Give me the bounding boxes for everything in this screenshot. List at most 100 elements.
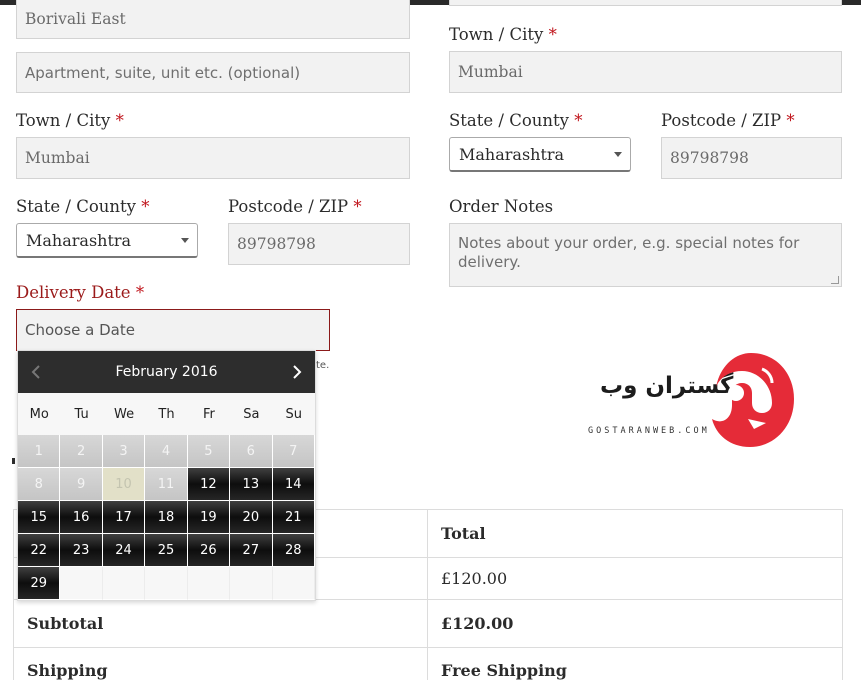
calendar-day: 6 xyxy=(230,435,273,468)
billing-city-value: Mumbai xyxy=(25,149,90,167)
order-notes-label: Order Notes xyxy=(449,197,554,216)
calendar-empty-cell xyxy=(187,567,231,600)
required-mark: * xyxy=(115,111,124,130)
calendar-day: 5 xyxy=(187,435,231,468)
address-2-placeholder: Apartment, suite, unit etc. (optional) xyxy=(25,63,301,82)
order-notes-placeholder: Notes about your order, e.g. special not… xyxy=(458,234,800,271)
calendar-day: 10 xyxy=(102,468,146,501)
calendar-empty-cell xyxy=(102,567,146,600)
calendar-day: 9 xyxy=(60,468,103,501)
calendar-day: 8 xyxy=(18,468,61,501)
review-heading-mark xyxy=(12,458,15,464)
calendar-empty-cell xyxy=(272,567,315,600)
calendar-day[interactable]: 26 xyxy=(187,534,231,567)
delivery-date-label: Delivery Date * xyxy=(16,283,145,302)
shipping-postcode-label: Postcode / ZIP * xyxy=(661,111,795,130)
calendar-next-button[interactable] xyxy=(287,362,307,382)
calendar-day[interactable]: 13 xyxy=(230,468,273,501)
calendar-days-grid: 1 2 3 4 5 6 7 8 9 10 11 12 13 14 15 16 17 18 19 20 21 22 23 24 2… xyxy=(18,435,315,600)
order-notes-textarea[interactable]: Notes about your order, e.g. special not… xyxy=(449,223,842,287)
subtotal-value-cell: £120.00 xyxy=(427,599,843,648)
table-row: Subtotal £120.00 xyxy=(13,599,843,648)
shipping-city-value: Mumbai xyxy=(458,63,523,81)
chevron-down-icon xyxy=(181,238,189,243)
billing-postcode-value: 89798798 xyxy=(237,235,316,253)
subtotal-label-cell: Subtotal xyxy=(13,599,428,648)
calendar-day[interactable]: 25 xyxy=(145,534,188,567)
calendar-day[interactable]: 12 xyxy=(187,468,231,501)
chevron-right-icon xyxy=(293,365,302,379)
weekday-label: Th xyxy=(158,406,175,422)
calendar-empty-cell xyxy=(230,567,273,600)
calendar-day[interactable]: 15 xyxy=(18,501,61,534)
address-2-field[interactable]: Apartment, suite, unit etc. (optional) xyxy=(16,52,410,93)
calendar-empty-cell xyxy=(60,567,103,600)
date-picker: February 2016 Mo Tu We Th Fr Sa Su 1 23 45… xyxy=(17,350,316,601)
calendar-day: 2 xyxy=(60,435,103,468)
weekday-label: Su xyxy=(285,406,303,422)
address-1-value: Borivali East xyxy=(25,10,126,28)
shipping-city-label: Town / City * xyxy=(449,25,557,44)
shipping-label-cell: Shipping xyxy=(13,647,428,680)
delivery-date-input[interactable]: Choose a Date xyxy=(16,309,330,351)
delivery-date-hint: te. xyxy=(316,360,330,371)
delivery-date-placeholder: Choose a Date xyxy=(25,321,135,339)
calendar-day: 11 xyxy=(145,468,188,501)
calendar-day[interactable]: 14 xyxy=(272,468,315,501)
weekday-label: Sa xyxy=(243,406,260,422)
calendar-day[interactable]: 29 xyxy=(18,567,61,600)
billing-state-label: State / County * xyxy=(16,197,150,216)
required-mark: * xyxy=(135,283,145,302)
billing-postcode-field[interactable]: 89798798 xyxy=(228,223,410,265)
shipping-city-field[interactable]: Mumbai xyxy=(449,51,842,93)
gostaranweb-logo: گستران وب GOSTARANWEB.COM xyxy=(588,349,798,451)
calendar-day[interactable]: 22 xyxy=(18,534,61,567)
calendar-day[interactable]: 16 xyxy=(60,501,103,534)
resize-handle-icon[interactable] xyxy=(831,276,839,284)
calendar-weekdays: Mo Tu We Th Fr Sa Su xyxy=(18,393,315,435)
chevron-down-icon xyxy=(614,152,622,157)
logo-mark-icon xyxy=(712,353,794,447)
calendar-day: 1 xyxy=(18,435,61,468)
billing-postcode-label: Postcode / ZIP * xyxy=(228,197,362,216)
chevron-left-icon xyxy=(31,365,40,379)
required-mark: * xyxy=(786,111,795,130)
calendar-header: February 2016 xyxy=(18,351,315,393)
weekday-label: We xyxy=(114,406,135,422)
product-total-cell: £120.00 xyxy=(427,557,843,600)
total-header-cell: Total xyxy=(427,509,843,558)
calendar-day: 7 xyxy=(272,435,315,468)
address-1-field[interactable]: Borivali East xyxy=(16,0,410,39)
calendar-day[interactable]: 28 xyxy=(272,534,315,567)
calendar-prev-button[interactable] xyxy=(26,362,46,382)
shipping-postcode-field[interactable]: 89798798 xyxy=(661,137,842,179)
calendar-day[interactable]: 24 xyxy=(102,534,146,567)
calendar-day[interactable]: 27 xyxy=(230,534,273,567)
required-mark: * xyxy=(548,25,557,44)
required-mark: * xyxy=(574,111,583,130)
calendar-day[interactable]: 18 xyxy=(145,501,188,534)
required-mark: * xyxy=(353,197,362,216)
calendar-day[interactable]: 23 xyxy=(60,534,103,567)
calendar-month-label: February 2016 xyxy=(115,364,218,380)
calendar-day[interactable]: 19 xyxy=(187,501,231,534)
billing-city-field[interactable]: Mumbai xyxy=(16,137,410,179)
shipping-value-cell: Free Shipping xyxy=(427,647,843,680)
billing-state-select[interactable]: Maharashtra xyxy=(16,223,198,258)
billing-state-value: Maharashtra xyxy=(26,230,132,250)
calendar-day[interactable]: 17 xyxy=(102,501,146,534)
required-mark: * xyxy=(141,197,150,216)
weekday-label: Fr xyxy=(202,406,215,422)
calendar-day[interactable]: 21 xyxy=(272,501,315,534)
shipping-address-field[interactable] xyxy=(449,0,842,6)
weekday-label: Tu xyxy=(74,406,89,422)
table-row: Shipping Free Shipping xyxy=(13,647,843,680)
weekday-label: Mo xyxy=(29,406,49,422)
calendar-day: 4 xyxy=(145,435,188,468)
shipping-state-select[interactable]: Maharashtra xyxy=(449,137,631,172)
calendar-empty-cell xyxy=(145,567,188,600)
shipping-state-label: State / County * xyxy=(449,111,583,130)
shipping-postcode-value: 89798798 xyxy=(670,149,749,167)
billing-city-label: Town / City * xyxy=(16,111,124,130)
calendar-day[interactable]: 20 xyxy=(230,501,273,534)
